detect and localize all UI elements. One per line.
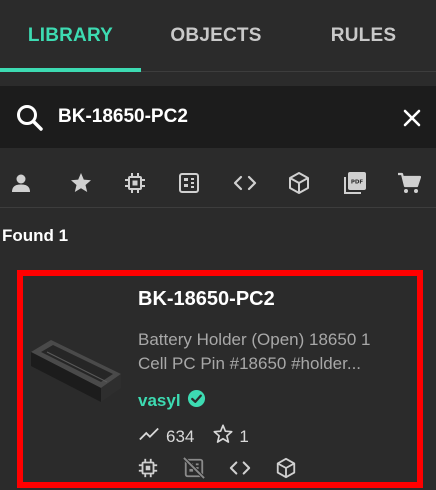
tab-objects[interactable]: OBJECTS bbox=[141, 0, 291, 72]
active-tab-indicator bbox=[0, 68, 141, 72]
star-outline-icon[interactable] bbox=[212, 423, 234, 450]
filter-toolbar: PDF bbox=[0, 158, 436, 208]
author-link[interactable]: vasyl bbox=[138, 389, 206, 413]
pdf-icon[interactable]: PDF bbox=[338, 166, 372, 200]
part-description: Battery Holder (Open) 18650 1 Cell PC Pi… bbox=[138, 328, 408, 376]
close-icon[interactable] bbox=[398, 104, 426, 132]
description-line-2: Cell PC Pin #18650 #holder... bbox=[138, 354, 362, 373]
tab-bar: LIBRARY OBJECTS RULES bbox=[0, 0, 436, 72]
star-icon[interactable] bbox=[64, 166, 98, 200]
stars-count: 1 bbox=[239, 426, 249, 446]
part-thumbnail bbox=[29, 332, 123, 404]
chip-icon[interactable] bbox=[118, 166, 152, 200]
footprint-icon[interactable] bbox=[172, 166, 206, 200]
part-stats: 634 1 bbox=[138, 423, 249, 450]
result-card[interactable]: BK-18650-PC2 Battery Holder (Open) 18650… bbox=[17, 270, 423, 488]
search-icon bbox=[14, 102, 46, 134]
footprint-unavailable-icon bbox=[182, 456, 206, 480]
cart-icon[interactable] bbox=[392, 166, 426, 200]
author-name: vasyl bbox=[138, 391, 181, 410]
user-icon[interactable] bbox=[4, 166, 38, 200]
chip-icon[interactable] bbox=[136, 456, 160, 480]
description-line-1: Battery Holder (Open) 18650 1 bbox=[138, 330, 371, 349]
cube-icon[interactable] bbox=[274, 456, 298, 480]
code-icon[interactable] bbox=[228, 166, 262, 200]
cube-icon[interactable] bbox=[282, 166, 316, 200]
tab-library[interactable]: LIBRARY bbox=[0, 0, 141, 72]
verified-icon bbox=[187, 389, 206, 413]
tab-rules[interactable]: RULES bbox=[291, 0, 436, 72]
search-bar bbox=[0, 86, 436, 148]
trending-icon bbox=[138, 423, 160, 450]
code-icon[interactable] bbox=[228, 456, 252, 480]
results-count: Found 1 bbox=[2, 226, 69, 245]
svg-text:PDF: PDF bbox=[351, 180, 364, 186]
part-assets bbox=[136, 456, 298, 480]
search-input[interactable] bbox=[58, 98, 378, 136]
part-title[interactable]: BK-18650-PC2 bbox=[138, 288, 275, 311]
views-count: 634 bbox=[166, 426, 195, 446]
